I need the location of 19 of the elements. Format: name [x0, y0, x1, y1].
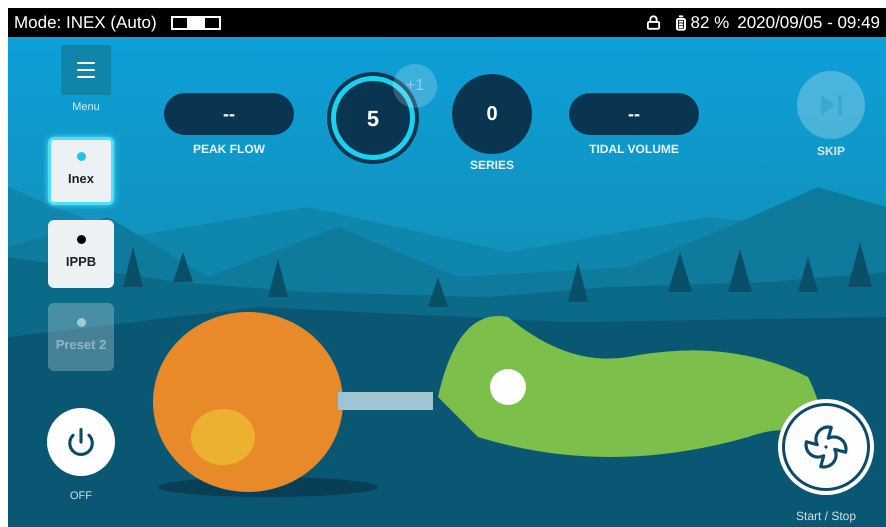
- skip-label: SKIP: [816, 143, 845, 160]
- mode-text: Mode: INEX (Auto): [14, 12, 157, 34]
- value-label: SERIES: [470, 157, 514, 174]
- value-display: --: [569, 93, 699, 135]
- value-label: PEAK FLOW: [193, 141, 265, 158]
- value-label: TIDAL VOLUME: [589, 141, 679, 158]
- mode-button[interactable]: IPPB: [48, 220, 114, 288]
- lock-icon: [646, 15, 661, 30]
- battery-text: 82 %: [690, 12, 730, 34]
- mode-button[interactable]: Inex: [48, 136, 114, 204]
- value-display: --: [164, 93, 294, 135]
- start-stop-label: Start / Stop: [796, 508, 856, 525]
- fan-icon: [802, 423, 850, 471]
- menu-label: Menu: [72, 100, 100, 115]
- datetime-text: 2020/09/05 - 09:49: [737, 12, 880, 34]
- menu-button[interactable]: [61, 45, 111, 95]
- power-icon: [66, 426, 96, 456]
- power-label: OFF: [70, 488, 92, 504]
- mode-indicator-icon: [170, 16, 221, 30]
